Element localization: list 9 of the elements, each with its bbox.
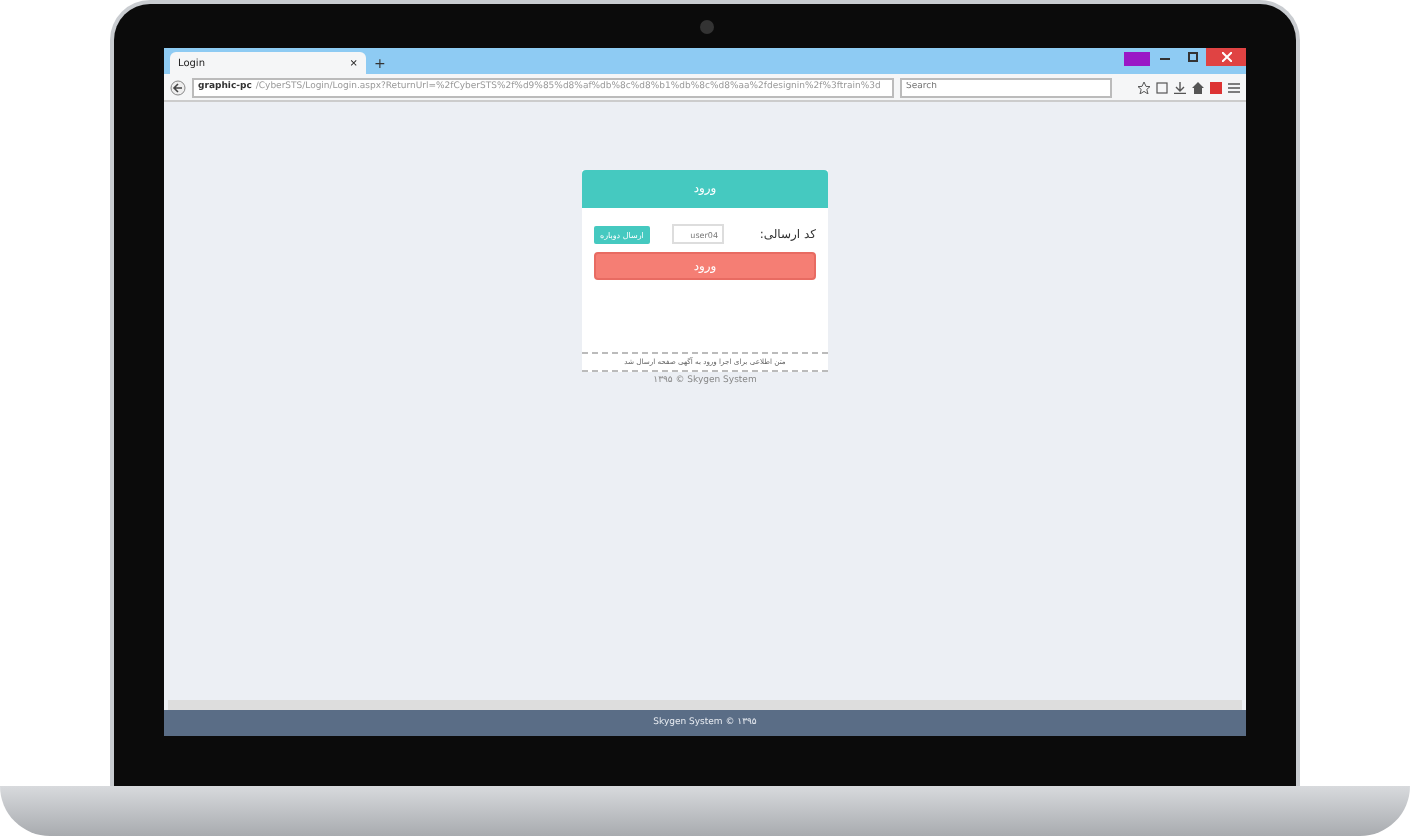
horizontal-scrollbar[interactable] — [168, 700, 1242, 710]
close-icon[interactable] — [1206, 48, 1246, 66]
menu-icon[interactable] — [1228, 81, 1240, 93]
download-icon[interactable] — [1174, 81, 1186, 93]
camera-icon — [699, 20, 713, 34]
home-icon[interactable] — [1192, 81, 1204, 93]
star-icon[interactable] — [1138, 81, 1150, 93]
back-icon[interactable] — [170, 79, 186, 95]
addon-icon[interactable] — [1210, 81, 1222, 93]
